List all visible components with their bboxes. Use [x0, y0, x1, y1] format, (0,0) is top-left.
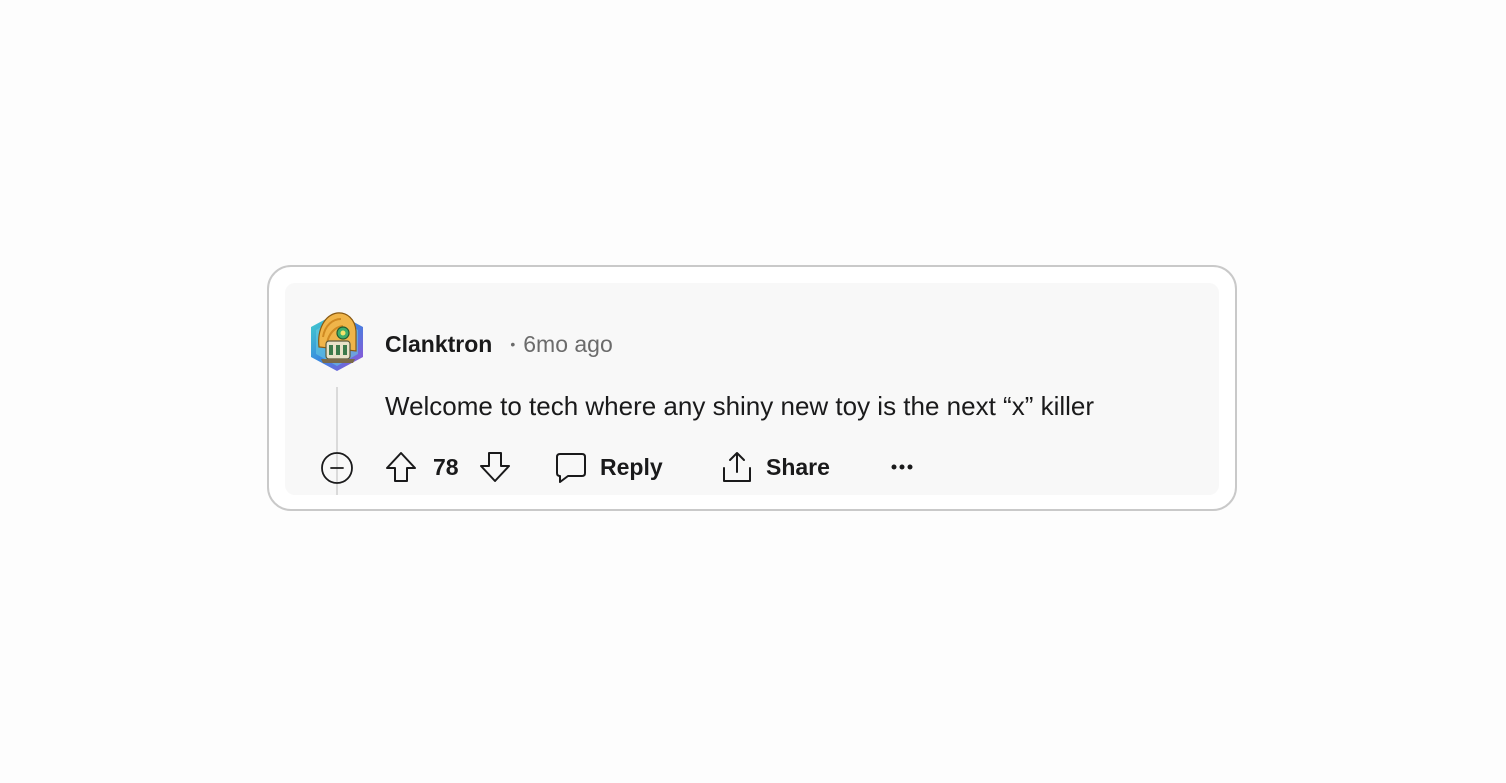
avatar[interactable] [309, 307, 365, 373]
share-button[interactable]: Share [720, 449, 830, 485]
share-label: Share [766, 453, 830, 480]
speech-bubble-icon [554, 450, 588, 484]
comment-container: Clanktron • 6mo ago Welcome to tech wher… [285, 283, 1219, 495]
share-upload-icon [720, 450, 754, 484]
more-dots-icon [891, 463, 913, 471]
comment-meta: Clanktron • 6mo ago [385, 329, 613, 359]
upvote-arrow-icon [386, 452, 416, 482]
collapse-button[interactable] [320, 451, 354, 485]
reply-label: Reply [600, 453, 663, 480]
meta-separator: • [510, 336, 516, 352]
reply-button[interactable]: Reply [554, 449, 663, 485]
upvote-button[interactable] [384, 450, 418, 484]
page: Clanktron • 6mo ago Welcome to tech wher… [0, 0, 1506, 783]
vote-score: 78 [433, 454, 459, 480]
downvote-button[interactable] [478, 450, 512, 484]
more-options-button[interactable] [888, 449, 916, 485]
collapse-minus-icon [321, 452, 353, 484]
comment-card: Clanktron • 6mo ago Welcome to tech wher… [267, 265, 1237, 511]
comment-timestamp[interactable]: 6mo ago [523, 331, 613, 358]
downvote-arrow-icon [480, 452, 510, 482]
action-bar: 78 Reply Share [285, 449, 1219, 485]
snoo-avatar-icon [311, 312, 363, 371]
comment-body: Welcome to tech where any shiny new toy … [385, 391, 1095, 421]
author-name[interactable]: Clanktron [385, 331, 492, 358]
